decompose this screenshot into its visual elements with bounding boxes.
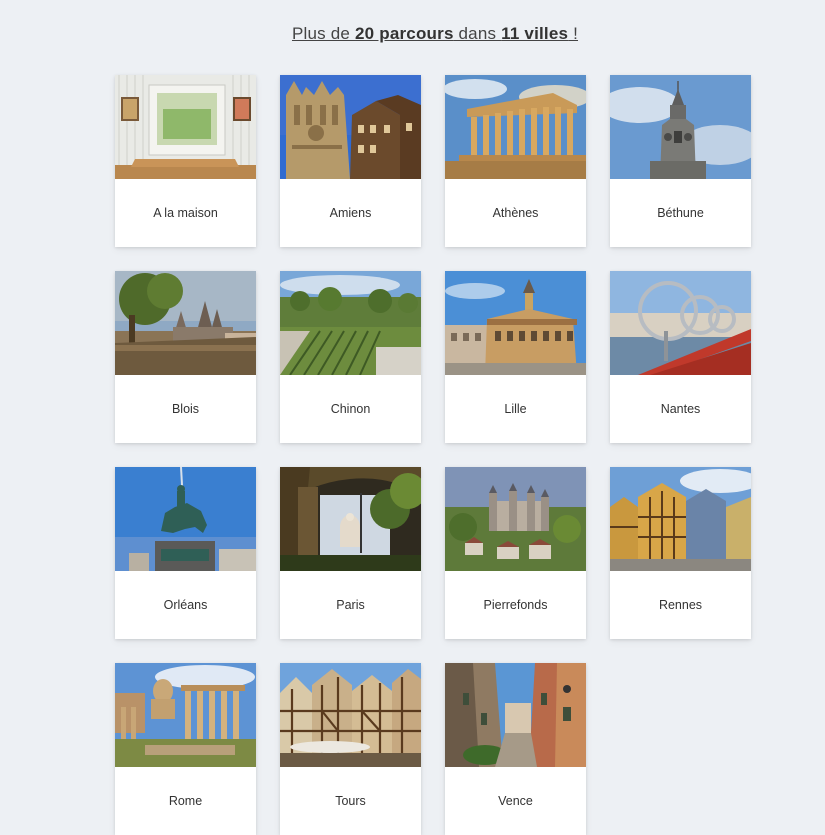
city-label: Amiens xyxy=(329,206,372,220)
city-label: Pierrefonds xyxy=(483,598,548,612)
rennes-timber-houses-image xyxy=(610,467,751,571)
city-card-amiens[interactable]: Amiens xyxy=(280,75,421,247)
pierrefonds-castle-image xyxy=(445,467,586,571)
city-label: Paris xyxy=(336,598,365,612)
bethune-belfry-image xyxy=(610,75,751,179)
city-card-bethune[interactable]: Béthune xyxy=(610,75,751,247)
routes-count: 20 parcours xyxy=(355,24,454,43)
city-label: Nantes xyxy=(660,402,701,416)
headline-prefix: Plus de xyxy=(291,24,356,43)
city-label: Lille xyxy=(504,402,527,416)
city-card-rome[interactable]: Rome xyxy=(115,663,256,835)
nantes-rings-image xyxy=(610,271,751,375)
blois-view-image xyxy=(115,271,256,375)
page-headline: Plus de 20 parcours dans 11 villes ! xyxy=(0,24,825,44)
headline-suffix: ! xyxy=(568,24,579,43)
chinon-vineyard-image xyxy=(280,271,421,375)
city-grid: A la maison Amiens Athènes Béthune Blois… xyxy=(115,75,751,835)
city-card-orleans[interactable]: Orléans xyxy=(115,467,256,639)
city-card-lille[interactable]: Lille xyxy=(445,271,586,443)
cities-count: 11 villes xyxy=(501,24,569,43)
city-label: Blois xyxy=(171,402,200,416)
city-label: Athènes xyxy=(492,206,539,220)
sacre-coeur-image xyxy=(280,467,421,571)
tours-timber-houses-image xyxy=(280,663,421,767)
vence-street-image xyxy=(445,663,586,767)
city-card-blois[interactable]: Blois xyxy=(115,271,256,443)
joan-of-arc-statue-image xyxy=(115,467,256,571)
city-card-tours[interactable]: Tours xyxy=(280,663,421,835)
city-label: Tours xyxy=(335,794,366,808)
amiens-cathedral-image xyxy=(280,75,421,179)
home-interior-image xyxy=(115,75,256,179)
city-card-athenes[interactable]: Athènes xyxy=(445,75,586,247)
city-card-nantes[interactable]: Nantes xyxy=(610,271,751,443)
city-label: Béthune xyxy=(657,206,704,220)
city-card-a-la-maison[interactable]: A la maison xyxy=(115,75,256,247)
city-card-pierrefonds[interactable]: Pierrefonds xyxy=(445,467,586,639)
city-card-paris[interactable]: Paris xyxy=(280,467,421,639)
lille-grand-place-image xyxy=(445,271,586,375)
city-label: Orléans xyxy=(163,598,208,612)
headline-middle: dans xyxy=(453,24,502,43)
city-label: Vence xyxy=(498,794,533,808)
city-card-rennes[interactable]: Rennes xyxy=(610,467,751,639)
city-card-chinon[interactable]: Chinon xyxy=(280,271,421,443)
city-label: A la maison xyxy=(153,206,218,220)
city-card-vence[interactable]: Vence xyxy=(445,663,586,835)
city-label: Rome xyxy=(168,794,203,808)
city-label: Chinon xyxy=(330,402,371,416)
headline-link[interactable]: Plus de 20 parcours dans 11 villes ! xyxy=(292,24,578,43)
roman-forum-image xyxy=(115,663,256,767)
parthenon-image xyxy=(445,75,586,179)
city-label: Rennes xyxy=(658,598,703,612)
